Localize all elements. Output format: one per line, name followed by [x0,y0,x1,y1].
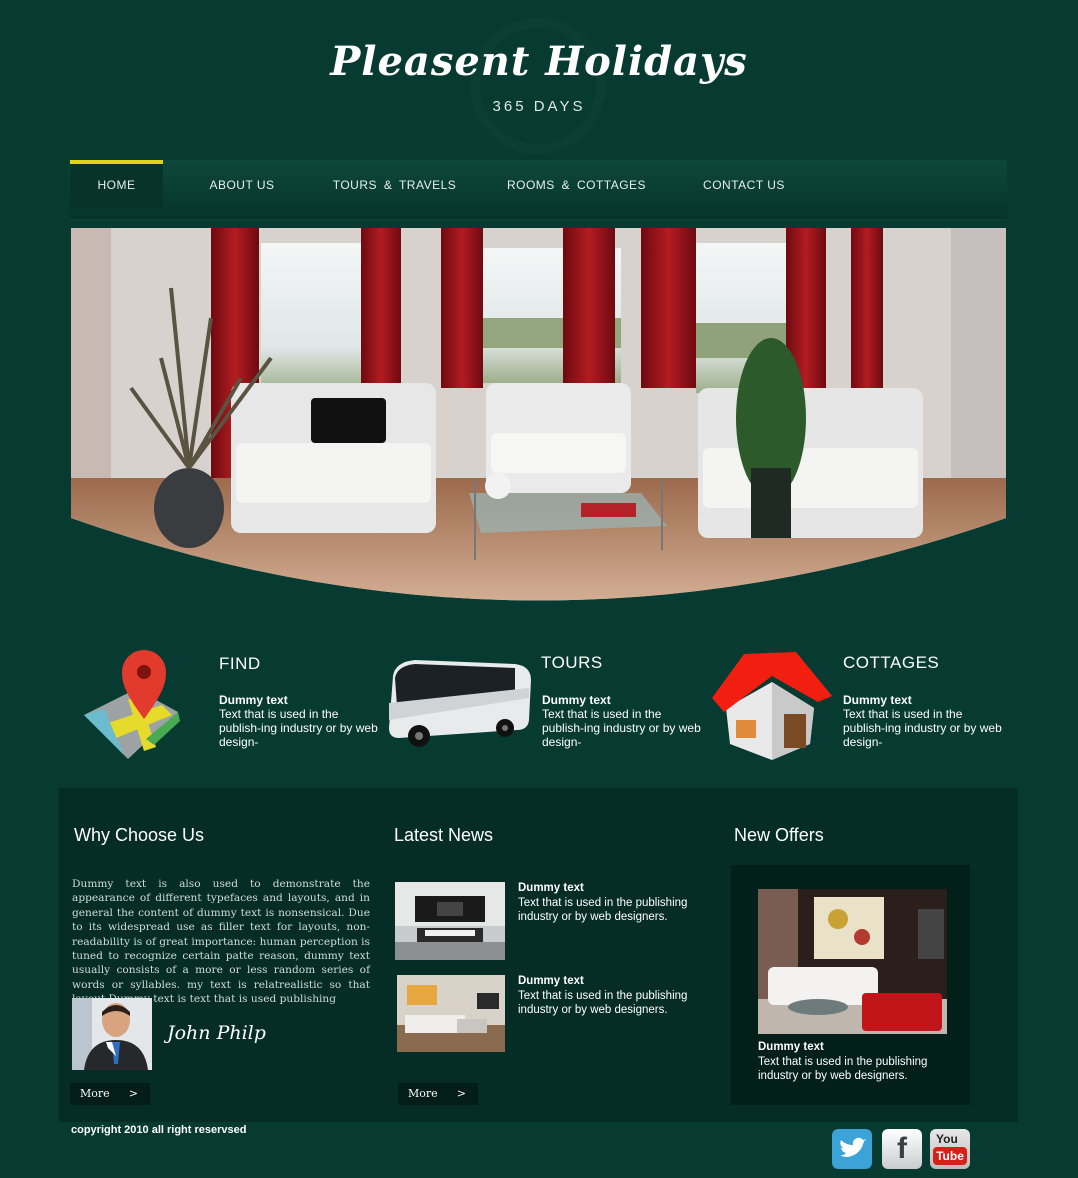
youtube-glyph-top: You [936,1132,958,1146]
main-nav: HOME ABOUT US TOURS & TRAVELS ROOMS & CO… [69,160,1007,219]
nav-about-us[interactable]: ABOUT US [197,160,287,208]
news-image-2[interactable] [397,975,505,1052]
hero-banner-image [71,228,1006,612]
nav-rooms-cottages[interactable]: ROOMS & COTTAGES [504,160,649,208]
feature-find-text: Text that is used in the publish-ing ind… [219,707,378,749]
news-more-button[interactable]: More > [398,1083,478,1105]
feature-tours-subtitle: Dummy text [542,693,611,707]
bus-icon [389,660,531,747]
why-more-button[interactable]: More > [70,1083,150,1105]
nav-tours-travels[interactable]: TOURS & TRAVELS [327,160,462,208]
feature-cottages-text: Text that is used in the publish-ing ind… [843,707,1002,749]
news-1-heading: Dummy text [518,882,584,894]
facebook-glyph: f [897,1132,907,1165]
site-logo[interactable]: Pleasent Holidays [0,38,1078,85]
offer-image[interactable] [758,889,947,1034]
offer-heading: Dummy text [758,1041,824,1053]
news-image-1[interactable] [395,882,505,960]
news-1-text: Text that is used in the publishing indu… [518,897,688,923]
nav-contact-us[interactable]: CONTACT US [694,160,794,208]
feature-cottages-title: COTTAGES [843,653,940,672]
copyright-text: copyright 2010 all right reservsed [71,1124,247,1136]
twitter-icon[interactable] [832,1129,872,1169]
more-arrow-icon: > [128,1087,138,1100]
more-arrow-icon: > [456,1087,466,1100]
latest-news-title: Latest News [394,825,494,845]
offer-text: Text that is used in the publishing indu… [758,1056,928,1082]
nav-home[interactable]: HOME [70,160,163,208]
why-choose-us-title: Why Choose Us [74,825,205,845]
feature-cottages-subtitle: Dummy text [843,693,912,707]
why-choose-us-text: Dummy text is also used to demonstrate t… [72,878,370,1006]
site-tagline: 365 DAYS [492,98,586,115]
testimonial-signature: John Philp [167,1022,266,1044]
feature-tours-title: TOURS [541,653,603,672]
facebook-icon[interactable]: f [882,1129,922,1169]
testimonial-avatar [72,998,152,1070]
youtube-glyph-bottom: Tube [933,1147,967,1165]
more-label: More [80,1087,110,1100]
youtube-icon[interactable]: You Tube [930,1129,970,1169]
news-2-text: Text that is used in the publishing indu… [518,990,688,1016]
more-label: More [408,1087,438,1100]
feature-tours-text: Text that is used in the publish-ing ind… [542,707,701,749]
house-icon [712,652,832,760]
news-2-heading: Dummy text [518,975,584,987]
feature-find-title: FIND [219,654,261,673]
map-pin-icon [84,650,180,759]
feature-find-subtitle: Dummy text [219,693,288,707]
new-offers-title: New Offers [734,825,824,845]
